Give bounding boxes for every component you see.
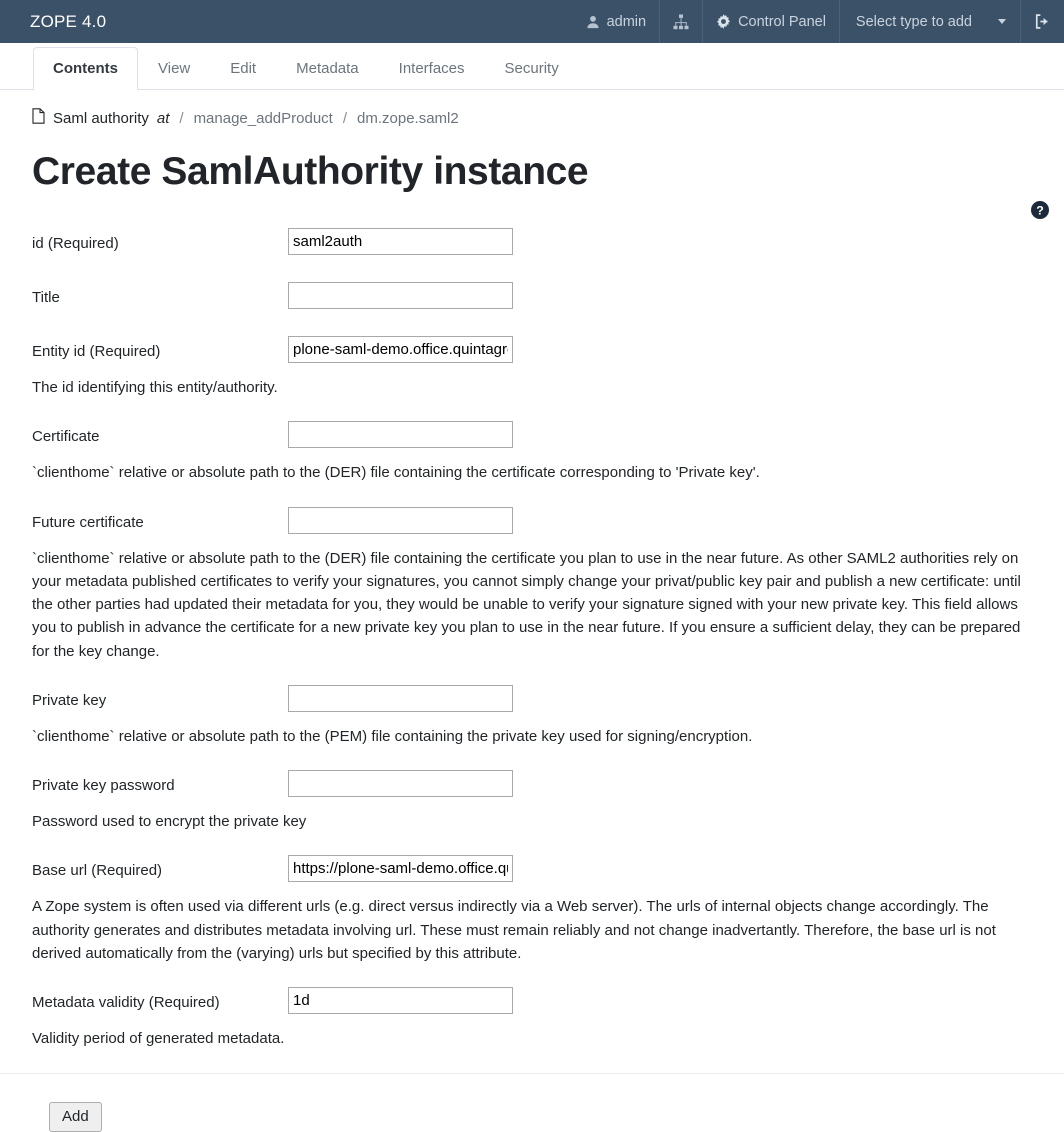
breadcrumb-item-dm-zope-saml2[interactable]: dm.zope.saml2 (357, 110, 459, 127)
input-private-key-password[interactable] (288, 770, 513, 797)
sitemap-icon (673, 14, 689, 30)
help-row: ? (0, 194, 1064, 228)
input-metadata-validity[interactable] (288, 987, 513, 1014)
field-row-private-key: Private key (32, 684, 1032, 717)
input-future-certificate[interactable] (288, 506, 513, 534)
label-entity-id: Entity id (Required) (32, 343, 161, 360)
add-button[interactable]: Add (49, 1102, 102, 1132)
field-block-base-url: Base url (Required) A Zope system is oft… (32, 855, 1032, 965)
document-icon (32, 108, 45, 128)
help-certificate: `clienthome` relative or absolute path t… (32, 464, 760, 482)
sitemap-button[interactable] (659, 0, 702, 43)
help-private-key-password: Password used to encrypt the private key (32, 813, 307, 830)
tab-metadata[interactable]: Metadata (276, 47, 379, 90)
brand-title: ZOPE 4.0 (30, 11, 107, 31)
label-private-key: Private key (32, 691, 107, 709)
tab-interfaces[interactable]: Interfaces (379, 47, 485, 90)
help-base-url: A Zope system is often used via differen… (32, 898, 996, 962)
breadcrumb-current: Saml authority (53, 109, 149, 127)
user-name: admin (606, 13, 647, 30)
field-row-future-certificate: Future certificate (32, 506, 1032, 539)
field-row-title: Title (32, 282, 1032, 314)
logout-icon (1034, 13, 1051, 30)
field-row-private-key-password: Private key password (32, 770, 1032, 802)
chevron-down-icon (998, 19, 1006, 24)
control-panel-label: Control Panel (738, 13, 826, 30)
input-entity-id[interactable] (288, 336, 513, 363)
tab-edit[interactable]: Edit (210, 47, 276, 90)
select-type-to-add-dropdown[interactable]: Select type to add (838, 0, 1020, 43)
field-row-id: id (Required) (32, 228, 1032, 260)
breadcrumb-item-manage-addproduct[interactable]: manage_addProduct (194, 110, 333, 127)
field-row-certificate: Certificate (32, 421, 1032, 453)
breadcrumb-separator-2: / (342, 109, 348, 127)
field-block-id: id (Required) (32, 228, 1032, 260)
input-base-url[interactable] (288, 855, 513, 883)
field-row-metadata-validity: Metadata validity (Required) (32, 987, 1032, 1019)
field-block-certificate: Certificate `clienthome` relative or abs… (32, 421, 1032, 484)
input-private-key[interactable] (288, 684, 513, 712)
select-type-label: Select type to add (855, 13, 972, 30)
label-certificate: Certificate (32, 428, 100, 446)
label-private-key-password: Private key password (32, 777, 175, 794)
breadcrumb: Saml authority at / manage_addProduct / … (0, 90, 1064, 128)
input-certificate[interactable] (288, 421, 513, 449)
label-future-certificate: Future certificate (32, 513, 144, 531)
tab-contents[interactable]: Contents (33, 47, 138, 90)
gear-icon (716, 14, 731, 29)
input-title[interactable] (288, 282, 513, 309)
field-block-future-certificate: Future certificate `clienthome` relative… (32, 506, 1032, 663)
field-row-entity-id: Entity id (Required) (32, 336, 1032, 368)
user-icon (586, 15, 600, 29)
help-private-key: `clienthome` relative or absolute path t… (32, 727, 753, 745)
field-block-private-key-password: Private key password Password used to en… (32, 770, 1032, 833)
field-block-title: Title (32, 282, 1032, 314)
breadcrumb-separator-1: / (179, 109, 184, 127)
label-metadata-validity: Metadata validity (Required) (32, 994, 220, 1011)
top-navbar: ZOPE 4.0 admin Control Panel Select type… (0, 0, 1064, 43)
field-row-base-url: Base url (Required) (32, 855, 1032, 887)
footer-divider (0, 1073, 1064, 1074)
input-id[interactable] (288, 228, 513, 255)
label-base-url: Base url (Required) (32, 862, 163, 880)
navbar-spacer (122, 0, 572, 43)
field-block-private-key: Private key `clienthome` relative or abs… (32, 684, 1032, 748)
help-future-certificate: `clienthome` relative or absolute path t… (32, 549, 1021, 660)
label-title: Title (32, 289, 60, 306)
page-title: Create SamlAuthority instance (32, 150, 589, 193)
help-entity-id: The id identifying this entity/authority… (32, 379, 278, 396)
breadcrumb-at: at (156, 109, 170, 127)
help-circle-icon[interactable]: ? (1031, 201, 1049, 224)
svg-text:?: ? (1036, 204, 1044, 218)
control-panel-link[interactable]: Control Panel (702, 0, 839, 43)
field-block-entity-id: Entity id (Required) The id identifying … (32, 336, 1032, 399)
tab-security[interactable]: Security (485, 47, 579, 90)
user-menu[interactable]: admin (573, 0, 660, 43)
field-block-metadata-validity: Metadata validity (Required) Validity pe… (32, 987, 1032, 1050)
create-samlauthority-form: id (Required) Title Entity id (Required)… (0, 228, 1064, 1132)
tab-bar: Contents View Edit Metadata Interfaces S… (0, 43, 1064, 90)
tab-view[interactable]: View (138, 47, 210, 90)
logout-button[interactable] (1020, 0, 1064, 43)
label-id: id (Required) (32, 235, 119, 252)
help-metadata-validity: Validity period of generated metadata. (32, 1030, 285, 1047)
